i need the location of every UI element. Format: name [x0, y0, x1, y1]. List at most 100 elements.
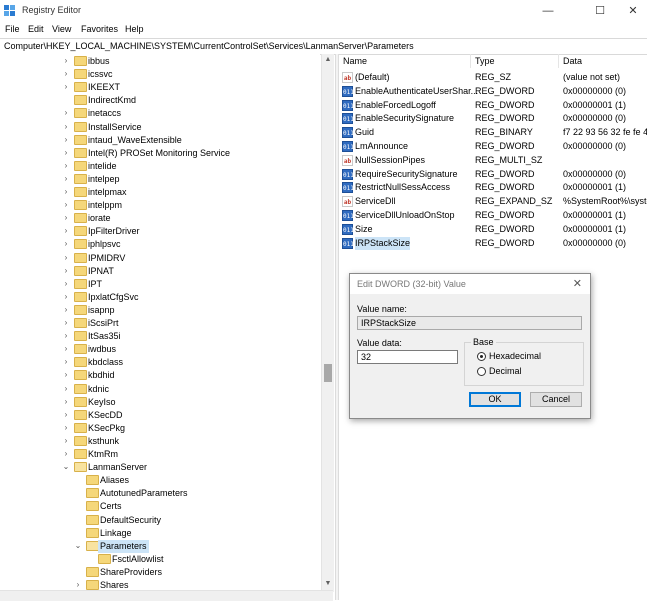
tree-item-label[interactable]: Shares [100, 579, 129, 590]
tree-item-label[interactable]: ibbus [88, 55, 110, 68]
tree-item[interactable]: › IKEEXT [0, 81, 320, 94]
tree-item[interactable]: › IpxlatCfgSvc [0, 291, 320, 304]
expand-arrow-icon[interactable]: › [62, 279, 70, 289]
value-row[interactable]: 011Guid REG_BINARY f7 22 93 56 32 fe fe 40… [340, 126, 647, 139]
tree-item[interactable]: › ksthunk [0, 435, 320, 448]
tree-item-label[interactable]: intelpmax [88, 186, 127, 199]
value-name[interactable]: EnableForcedLogoff [355, 99, 436, 112]
tree-item-label[interactable]: AutotunedParameters [100, 487, 188, 500]
tree-item-label[interactable]: inetaccs [88, 107, 121, 120]
value-name[interactable]: ServiceDllUnloadOnStop [355, 209, 455, 222]
expand-arrow-icon[interactable]: › [62, 69, 70, 79]
expand-arrow-icon[interactable]: › [62, 226, 70, 236]
tree-item[interactable]: › Intel(R) PROSet Monitoring Service [0, 147, 320, 160]
dialog-close-icon[interactable]: ✕ [573, 277, 582, 290]
value-row[interactable]: 011 RestrictNullSessAccess REG_DWORD 0x0000… [340, 181, 647, 194]
value-data-input[interactable]: 32 [357, 350, 458, 364]
cancel-button[interactable]: Cancel [530, 392, 582, 407]
expand-arrow-icon[interactable]: › [62, 449, 70, 459]
value-name[interactable]: Guid [355, 126, 374, 139]
value-row[interactable]: 011 ServiceDllUnloadOnStop REG_DWORD 0x0000… [340, 209, 647, 222]
value-row[interactable]: 011 Size REG_DWORD 0x00000001 (1) [340, 223, 647, 236]
tree-vertical-scrollbar[interactable]: ▲ ▼ [321, 54, 334, 592]
tree-item-label[interactable]: iphlpsvc [88, 238, 121, 251]
tree-item[interactable]: ShareProviders [0, 566, 320, 579]
value-name[interactable]: EnableSecuritySignature [355, 112, 454, 125]
tree-item-label[interactable]: IpxlatCfgSvc [88, 291, 139, 304]
tree-item[interactable]: › ItSas35i [0, 330, 320, 343]
hexadecimal-radio[interactable] [477, 352, 486, 361]
tree-item[interactable]: › inetaccs [0, 107, 320, 120]
tree-item-label[interactable]: Linkage [100, 527, 132, 540]
value-row[interactable]: ab NullSessionPipes REG_MULTI_SZ [340, 154, 647, 167]
address-bar[interactable]: Computer\HKEY_LOCAL_MACHINE\SYSTEM\Curre… [0, 38, 647, 55]
expand-arrow-icon[interactable]: › [74, 580, 82, 590]
value-name[interactable]: LmAnnounce [355, 140, 408, 153]
tree-item-label[interactable]: KtmRm [88, 448, 118, 461]
tree-item[interactable]: › kbdclass [0, 356, 320, 369]
value-name[interactable]: RequireSecuritySignature [355, 168, 458, 181]
menu-edit[interactable]: Edit [28, 24, 44, 34]
tree-item[interactable]: › iScsiPrt [0, 317, 320, 330]
tree-item-label[interactable]: intaud_WaveExtensible [88, 134, 182, 147]
tree-item[interactable]: FsctlAllowlist [0, 553, 320, 566]
tree-item-label[interactable]: InstallService [88, 121, 142, 134]
tree-item-label[interactable]: IPMIDRV [88, 252, 125, 265]
value-name[interactable]: RestrictNullSessAccess [355, 181, 450, 194]
tree-item[interactable]: ⌄ Parameters [0, 539, 320, 553]
value-row[interactable]: 011 EnableSecuritySignature REG_DWORD 0x000… [340, 112, 647, 125]
tree-item[interactable]: AutotunedParameters [0, 487, 320, 500]
tree-item-label[interactable]: ShareProviders [100, 566, 162, 579]
scroll-thumb[interactable] [324, 364, 332, 382]
column-divider[interactable] [470, 54, 471, 68]
expand-arrow-icon[interactable]: › [62, 410, 70, 420]
expand-arrow-icon[interactable] [74, 515, 82, 525]
scroll-up-icon[interactable]: ▲ [322, 54, 334, 66]
tree-item[interactable]: › IPNAT [0, 265, 320, 278]
tree-item-label[interactable]: IndirectKmd [88, 94, 136, 107]
tree-item-label[interactable]: intelpep [88, 173, 120, 186]
value-name[interactable]: Size [355, 223, 373, 236]
tree-item[interactable]: DefaultSecurity [0, 514, 320, 527]
tree-item-label[interactable]: intelide [88, 160, 117, 173]
menu-favorites[interactable]: Favorites [81, 24, 118, 34]
pane-splitter[interactable] [335, 54, 339, 600]
value-row[interactable]: 011 EnableAuthenticateUserShar... REG_DWOR… [340, 85, 647, 98]
tree-item-label[interactable]: KSecPkg [88, 422, 125, 435]
tree-item[interactable]: › KSecDD [0, 409, 320, 422]
expand-arrow-icon[interactable]: › [62, 344, 70, 354]
tree-item-label[interactable]: Parameters [98, 539, 149, 553]
tree-item-label[interactable]: iorate [88, 212, 111, 225]
menu-view[interactable]: View [52, 24, 71, 34]
expand-arrow-icon[interactable]: › [62, 148, 70, 158]
value-row[interactable]: 011 IRPStackSize REG_DWORD 0x00000000 (0) [340, 236, 647, 250]
tree-item[interactable]: › intelide [0, 160, 320, 173]
decimal-radio[interactable] [477, 367, 486, 376]
tree-item[interactable]: ⌄ LanmanServer [0, 461, 320, 474]
tree-item[interactable]: › ibbus [0, 55, 320, 68]
expand-arrow-icon[interactable]: › [62, 187, 70, 197]
tree-item[interactable]: › IPMIDRV [0, 252, 320, 265]
expand-arrow-icon[interactable] [74, 475, 82, 485]
tree-item[interactable]: › kdnic [0, 383, 320, 396]
expand-arrow-icon[interactable] [74, 528, 82, 538]
tree-item-label[interactable]: Aliases [100, 474, 129, 487]
column-header-type[interactable]: Type [475, 56, 495, 66]
tree-item-label[interactable]: KeyIso [88, 396, 116, 409]
ok-button[interactable]: OK [469, 392, 521, 407]
collapse-arrow-icon[interactable]: ⌄ [62, 462, 70, 472]
tree-item-label[interactable]: KSecDD [88, 409, 123, 422]
menu-file[interactable]: File [5, 24, 20, 34]
expand-arrow-icon[interactable]: › [62, 174, 70, 184]
value-row[interactable]: 011 LmAnnounce REG_DWORD 0x00000000 (0) [340, 140, 647, 153]
value-name[interactable]: EnableAuthenticateUserShar... [355, 85, 478, 98]
tree-item[interactable]: Linkage [0, 527, 320, 540]
value-row[interactable]: 011 RequireSecuritySignature REG_DWORD 0x00… [340, 168, 647, 181]
tree-item-label[interactable]: kbdclass [88, 356, 123, 369]
tree-item-label[interactable]: isapnp [88, 304, 115, 317]
tree-item-label[interactable]: ksthunk [88, 435, 119, 448]
tree-item[interactable]: › kbdhid [0, 369, 320, 382]
expand-arrow-icon[interactable]: › [62, 370, 70, 380]
tree-item[interactable]: › InstallService [0, 121, 320, 134]
tree-item[interactable]: › intelpep [0, 173, 320, 186]
